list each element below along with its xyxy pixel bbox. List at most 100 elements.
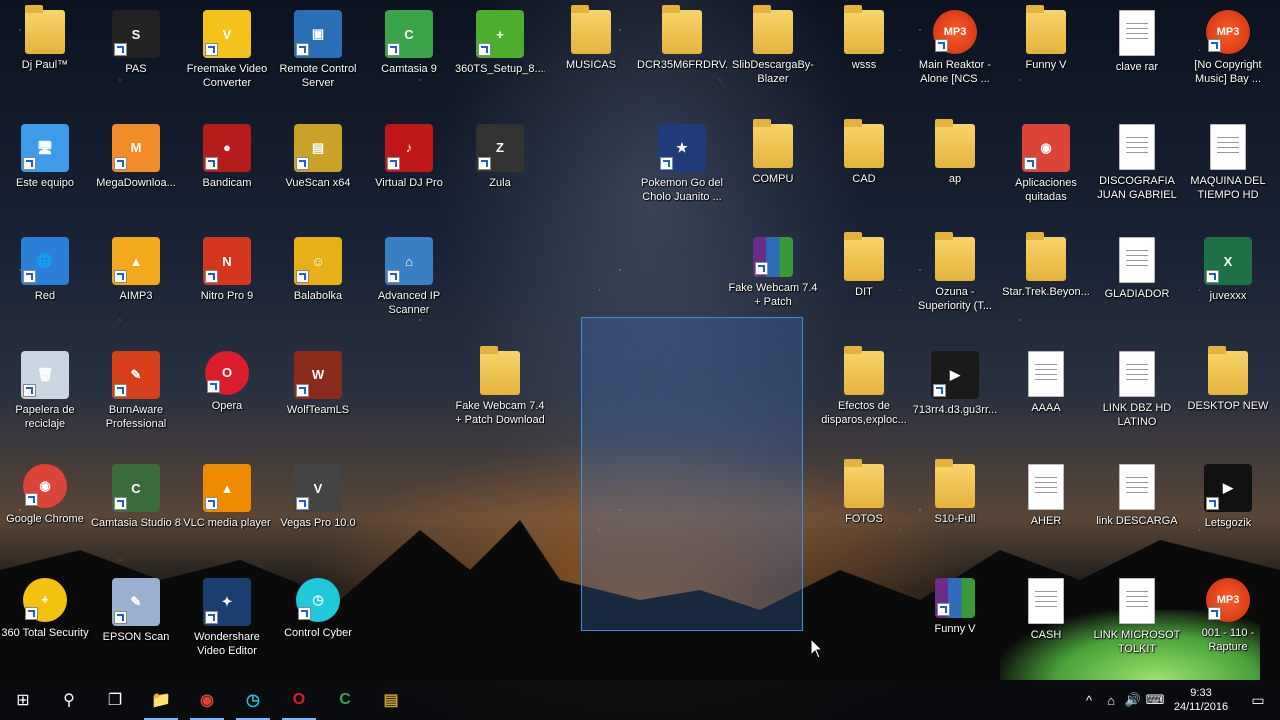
- desktop-icon[interactable]: LINK MICROSOT TOLKIT: [1092, 572, 1182, 682]
- desktop-icon[interactable]: ◉ Aplicaciones quitadas: [1001, 118, 1091, 228]
- desktop-icon[interactable]: C Camtasia 9: [364, 4, 454, 114]
- desktop-icon[interactable]: ★ Pokemon Go del Cholo Juanito ...: [637, 118, 727, 228]
- desktop-icon[interactable]: FOTOS: [819, 458, 909, 568]
- desktop-icon-label: SlibDescargaBy-Blazer: [732, 59, 814, 85]
- desktop-icon-label: MegaDownloa...: [96, 176, 176, 189]
- desktop-icon[interactable]: ● Bandicam: [182, 118, 272, 228]
- desktop-icon[interactable]: Xjuvexxx: [1183, 231, 1273, 341]
- desktop-icon[interactable]: 🗑 Papelera de reciclaje: [0, 345, 90, 455]
- desktop-icon[interactable]: ◷ Control Cyber: [273, 572, 363, 682]
- desktop-icon[interactable]: MAQUINA DEL TIEMPO HD: [1183, 118, 1273, 228]
- desktop-icon[interactable]: ☺ Balabolka: [273, 231, 363, 341]
- desktop-icon[interactable]: Dj Paul™: [0, 4, 90, 114]
- desktop-icon[interactable]: V Vegas Pro 10.0: [273, 458, 363, 568]
- desktop-icon[interactable]: Fake Webcam 7.4 + Patch Download: [455, 345, 545, 455]
- app-icon: ☺: [294, 237, 342, 285]
- desktop-icon[interactable]: ⌂ Advanced IP Scanner: [364, 231, 454, 341]
- desktop-icon[interactable]: DIT: [819, 231, 909, 341]
- desktop-icon[interactable]: +360TS_Setup_8....: [455, 4, 545, 114]
- desktop-icon[interactable]: S PAS: [91, 4, 181, 114]
- task-view-button[interactable]: ❐: [92, 680, 138, 720]
- desktop-icon[interactable]: GLADIADOR: [1092, 231, 1182, 341]
- desktop-icon[interactable]: Funny V: [1001, 4, 1091, 114]
- taskbar-chrome-button[interactable]: ◉: [184, 680, 230, 720]
- keyboard-icon[interactable]: ⌨: [1144, 680, 1166, 720]
- desktop-icon[interactable]: wsss: [819, 4, 909, 114]
- desktop-icon[interactable]: 🖥 Este equipo: [0, 118, 90, 228]
- desktop-icon[interactable]: AHER: [1001, 458, 1091, 568]
- app-icon: C: [112, 464, 160, 512]
- search-button[interactable]: ⚲: [46, 680, 92, 720]
- taskbar-control-cyber-button[interactable]: ◷: [230, 680, 276, 720]
- clock[interactable]: 9:33 24/11/2016: [1166, 686, 1236, 714]
- desktop-icon[interactable]: N Nitro Pro 9: [182, 231, 272, 341]
- desktop-icon[interactable]: W WolfTeamLS: [273, 345, 363, 455]
- desktop-icon[interactable]: LINK DBZ HD LATINO: [1092, 345, 1182, 455]
- desktop-icon[interactable]: DCR35M6FRDRV...: [637, 4, 727, 114]
- desktop-icon[interactable]: MP3 001 - 110 - Rapture: [1183, 572, 1273, 682]
- desktop-icon[interactable]: ▶ Letsgozik: [1183, 458, 1273, 568]
- desktop-icon[interactable]: Star.Trek.Beyon...: [1001, 231, 1091, 341]
- desktop-icon[interactable]: ✎ EPSON Scan: [91, 572, 181, 682]
- desktop-icon[interactable]: ▶ 713rr4.d3.gu3rr...: [910, 345, 1000, 455]
- desktop-icon[interactable]: ap: [910, 118, 1000, 228]
- desktop-icon[interactable]: 🌐 Red: [0, 231, 90, 341]
- desktop-icon[interactable]: ▲ VLC media player: [182, 458, 272, 568]
- desktop-icon-label: DIT: [855, 286, 873, 298]
- action-center-button[interactable]: ▭: [1236, 680, 1280, 720]
- desktop-icon[interactable]: clave rar: [1092, 4, 1182, 114]
- volume-icon[interactable]: 🔊: [1122, 680, 1144, 720]
- notification-icon: ▭: [1251, 691, 1265, 708]
- desktop-icon[interactable]: V Freemake Video Converter: [182, 4, 272, 114]
- desktop-icon-label: Google Chrome: [6, 513, 84, 525]
- desktop-icon[interactable]: M MegaDownloa...: [91, 118, 181, 228]
- chrome-icon: ◉: [200, 692, 214, 709]
- shortcut-arrow-icon: [23, 156, 36, 170]
- taskbar-opera-button[interactable]: O: [276, 680, 322, 720]
- text-document-icon: [1028, 464, 1064, 510]
- desktop-icon[interactable]: Z Zula: [455, 118, 545, 228]
- file-explorer-icon: 📁: [151, 692, 171, 709]
- desktop-icon[interactable]: ✎ BurnAware Professional: [91, 345, 181, 455]
- desktop-icon[interactable]: +360 Total Security: [0, 572, 90, 682]
- desktop-icon[interactable]: DISCOGRAFIA JUAN GABRIEL: [1092, 118, 1182, 228]
- shortcut-arrow-icon: [205, 270, 218, 283]
- desktop-icon[interactable]: MP3 [No Copyright Music] Bay ...: [1183, 4, 1273, 114]
- desktop-icon[interactable]: COMPU: [728, 118, 818, 228]
- taskbar-file-explorer-button[interactable]: 📁: [138, 680, 184, 720]
- desktop-icon-label: Funny V: [934, 622, 976, 635]
- text-document-icon: [1119, 464, 1155, 510]
- desktop-icon[interactable]: AAAA: [1001, 345, 1091, 455]
- shortcut-arrow-icon: [296, 383, 309, 397]
- desktop-icon[interactable]: DESKTOP NEW: [1183, 345, 1273, 455]
- desktop-icon[interactable]: Ozuna - Superiority (T...: [910, 231, 1000, 341]
- desktop-icon[interactable]: CASH: [1001, 572, 1091, 682]
- desktop-icon[interactable]: Funny V: [910, 572, 1000, 682]
- desktop-icon[interactable]: ▲ AIMP3: [91, 231, 181, 341]
- tray-chevron-icon[interactable]: ^: [1078, 680, 1100, 720]
- text-document-icon: [1210, 123, 1246, 170]
- start-button[interactable]: ⊞: [0, 680, 46, 720]
- desktop-icon-label: Fake Webcam 7.4 + Patch Download: [455, 399, 545, 426]
- desktop-icon[interactable]: C Camtasia Studio 8: [91, 458, 181, 568]
- app-icon: ✎: [112, 350, 160, 399]
- desktop-icon[interactable]: ◉ Google Chrome: [0, 458, 90, 568]
- desktop-icon[interactable]: ✦ Wondershare Video Editor: [182, 572, 272, 682]
- desktop-icon[interactable]: MUSICAS: [546, 4, 636, 114]
- desktop-icon[interactable]: S10-Full: [910, 458, 1000, 568]
- taskbar-camtasia-button[interactable]: C: [322, 680, 368, 720]
- desktop-icon[interactable]: CAD: [819, 118, 909, 228]
- desktop-icon[interactable]: O Opera: [182, 345, 272, 455]
- desktop-icon[interactable]: ▣ Remote Control Server: [273, 4, 363, 114]
- desktop-icon[interactable]: Efectos de disparos,exploc...: [819, 345, 909, 455]
- desktop-icon[interactable]: ▤ VueScan x64: [273, 118, 363, 228]
- app-icon: W: [294, 350, 342, 399]
- desktop-icon[interactable]: link DESCARGA: [1092, 458, 1182, 568]
- taskbar-vuescan-button[interactable]: ▤: [368, 680, 414, 720]
- shortcut-arrow-icon: [205, 156, 218, 170]
- desktop-icon-label: Efectos de disparos,exploc...: [821, 399, 907, 426]
- network-icon[interactable]: ⌂: [1100, 680, 1122, 720]
- desktop-icon[interactable]: MP3 Main Reaktor - Alone [NCS ...: [910, 4, 1000, 114]
- desktop-icon[interactable]: SlibDescargaBy-Blazer: [728, 4, 818, 114]
- desktop-icon[interactable]: ♪ Virtual DJ Pro: [364, 118, 454, 228]
